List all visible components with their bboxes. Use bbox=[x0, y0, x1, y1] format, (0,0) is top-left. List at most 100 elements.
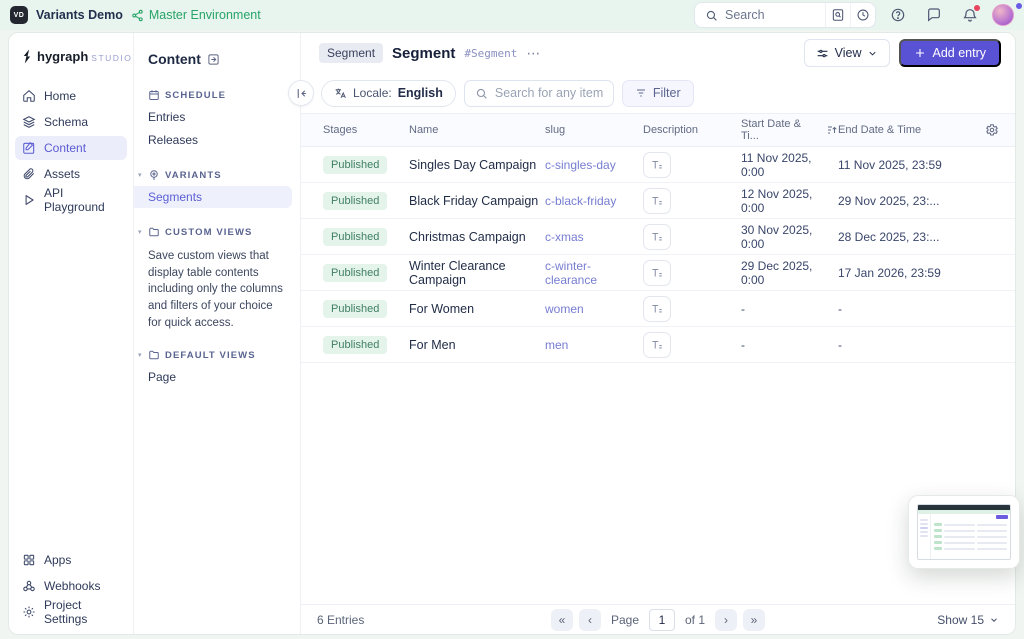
page-label: Page bbox=[611, 613, 639, 627]
sidebar-item-home[interactable]: Home bbox=[15, 84, 127, 108]
notifications-bell-icon[interactable] bbox=[956, 2, 984, 28]
column-settings-gear-icon[interactable] bbox=[969, 123, 1015, 137]
plus-icon bbox=[914, 47, 926, 59]
section-schedule[interactable]: SCHEDULE bbox=[134, 85, 300, 105]
sidebar-item-webhooks[interactable]: Webhooks bbox=[15, 574, 127, 598]
locale-label: Locale: bbox=[353, 86, 392, 100]
view-item-releases[interactable]: Releases bbox=[134, 129, 292, 151]
sidebar-item-content[interactable]: Content bbox=[15, 136, 127, 160]
cell-end-date: 17 Jan 2026, 23:59 bbox=[838, 266, 969, 280]
cell-name[interactable]: For Women bbox=[409, 302, 545, 316]
global-search-input[interactable] bbox=[725, 8, 815, 22]
column-header-description[interactable]: Description bbox=[643, 124, 741, 136]
add-entry-button[interactable]: Add entry bbox=[899, 39, 1001, 67]
environment-switcher[interactable]: Master Environment bbox=[131, 8, 261, 22]
project-name[interactable]: Variants Demo bbox=[36, 8, 123, 22]
column-header-end-date[interactable]: End Date & Time bbox=[838, 124, 969, 136]
section-variants[interactable]: ▾ VARIANTS bbox=[134, 165, 300, 185]
view-item-entries[interactable]: Entries bbox=[134, 106, 292, 128]
table-row[interactable]: Published Black Friday Campaign c-black-… bbox=[301, 183, 1015, 219]
more-options-icon[interactable]: ⋯ bbox=[526, 45, 541, 62]
variants-pin-icon bbox=[148, 169, 160, 181]
help-icon[interactable] bbox=[884, 2, 912, 28]
sidebar-item-assets[interactable]: Assets bbox=[15, 162, 127, 186]
custom-views-description: Save custom views that display table con… bbox=[134, 242, 300, 331]
cell-name[interactable]: For Men bbox=[409, 338, 545, 352]
locale-selector[interactable]: Locale: English bbox=[321, 80, 456, 107]
tune-icon bbox=[816, 47, 829, 60]
sidebar-item-label: Project Settings bbox=[44, 598, 120, 626]
cell-name[interactable]: Winter Clearance Campaign bbox=[409, 259, 545, 287]
cell-start-date: 29 Dec 2025, 0:00 bbox=[741, 259, 838, 287]
table-row[interactable]: Published Christmas Campaign c-xmas 30 N… bbox=[301, 219, 1015, 255]
history-clock-icon[interactable] bbox=[850, 2, 875, 28]
rich-text-preview-button[interactable] bbox=[643, 188, 671, 214]
collapse-caret-icon[interactable]: ▾ bbox=[138, 228, 143, 236]
next-page-button[interactable]: › bbox=[715, 609, 737, 631]
environment-bar: VD Variants Demo Master Environment bbox=[0, 0, 1024, 30]
page-size-selector[interactable]: Show 15 bbox=[819, 613, 999, 627]
collapse-caret-icon[interactable]: ▾ bbox=[138, 351, 143, 359]
cell-name[interactable]: Singles Day Campaign bbox=[409, 158, 545, 172]
doc-search-icon[interactable] bbox=[825, 2, 850, 28]
schedule-calendar-icon bbox=[148, 89, 160, 101]
logo-suffix: STUDIO bbox=[91, 53, 132, 63]
rich-text-preview-button[interactable] bbox=[643, 296, 671, 322]
column-header-stages[interactable]: Stages bbox=[301, 124, 409, 136]
project-avatar[interactable]: VD bbox=[10, 6, 28, 24]
section-default-views[interactable]: ▾ DEFAULT VIEWS bbox=[134, 345, 300, 365]
column-header-name[interactable]: Name bbox=[409, 124, 545, 136]
rich-text-preview-button[interactable] bbox=[643, 260, 671, 286]
global-search[interactable] bbox=[694, 2, 876, 28]
section-title: DEFAULT VIEWS bbox=[165, 350, 256, 361]
cell-name[interactable]: Christmas Campaign bbox=[409, 230, 545, 244]
user-avatar[interactable] bbox=[992, 4, 1014, 26]
cell-slug: c-singles-day bbox=[545, 158, 643, 172]
filter-button[interactable]: Filter bbox=[622, 80, 694, 107]
filter-icon bbox=[635, 87, 647, 99]
rich-text-preview-button[interactable] bbox=[643, 152, 671, 178]
item-search[interactable] bbox=[464, 80, 614, 107]
rich-text-preview-button[interactable] bbox=[643, 332, 671, 358]
cell-name[interactable]: Black Friday Campaign bbox=[409, 194, 545, 208]
sidebar-item-schema[interactable]: Schema bbox=[15, 110, 127, 134]
content-views-panel: Content SCHEDULE Entries Releases ▾ VARI… bbox=[134, 33, 301, 634]
sidebar-item-label: Apps bbox=[44, 553, 71, 567]
model-badge[interactable]: Segment bbox=[319, 43, 383, 63]
mini-screenshot bbox=[917, 504, 1011, 560]
collapse-caret-icon[interactable]: ▾ bbox=[138, 171, 143, 179]
rich-text-preview-button[interactable] bbox=[643, 224, 671, 250]
hygraph-logo[interactable]: hygraph STUDIO bbox=[9, 33, 133, 76]
sidebar-item-api-playground[interactable]: API Playground bbox=[15, 188, 127, 212]
table-row[interactable]: Published Winter Clearance Campaign c-wi… bbox=[301, 255, 1015, 291]
last-page-button[interactable]: » bbox=[743, 609, 765, 631]
feedback-chat-icon[interactable] bbox=[920, 2, 948, 28]
column-header-slug[interactable]: slug bbox=[545, 124, 643, 136]
section-custom-views[interactable]: ▾ CUSTOM VIEWS bbox=[134, 222, 300, 242]
first-page-button[interactable]: « bbox=[551, 609, 573, 631]
table-row[interactable]: Published Singles Day Campaign c-singles… bbox=[301, 147, 1015, 183]
page-number-input[interactable] bbox=[649, 609, 675, 631]
entries-count: 6 Entries bbox=[317, 613, 497, 627]
column-header-start-date[interactable]: Start Date & Ti... bbox=[741, 118, 838, 142]
sidebar-item-label: Assets bbox=[44, 167, 80, 181]
collapse-panel-button[interactable] bbox=[288, 80, 314, 106]
sidebar-item-project-settings[interactable]: Project Settings bbox=[15, 600, 127, 624]
table-row[interactable]: Published For Women women - - bbox=[301, 291, 1015, 327]
page-title: Segment bbox=[392, 45, 455, 62]
schema-icon bbox=[22, 115, 36, 129]
status-badge: Published bbox=[323, 192, 387, 210]
sort-icon[interactable] bbox=[826, 124, 838, 136]
item-search-input[interactable] bbox=[495, 86, 603, 100]
view-button[interactable]: View bbox=[804, 39, 891, 67]
home-icon bbox=[22, 89, 36, 103]
view-item-page[interactable]: Page bbox=[134, 366, 292, 388]
table-row[interactable]: Published For Men men - - bbox=[301, 327, 1015, 363]
screen-preview-thumbnail[interactable] bbox=[908, 495, 1020, 569]
panel-preview-icon[interactable] bbox=[207, 53, 220, 66]
sidebar-item-apps[interactable]: Apps bbox=[15, 548, 127, 572]
view-item-segments[interactable]: Segments bbox=[134, 186, 292, 208]
prev-page-button[interactable]: ‹ bbox=[579, 609, 601, 631]
apps-grid-icon bbox=[22, 553, 36, 567]
section-title: VARIANTS bbox=[165, 170, 222, 181]
